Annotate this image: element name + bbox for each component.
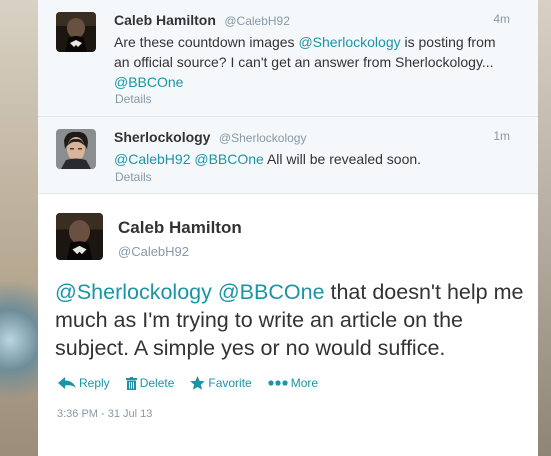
avatar[interactable] (56, 12, 96, 52)
mention-link[interactable]: @BBCOne (218, 280, 325, 304)
tweet-panel: Caleb Hamilton @CalebH92 4m Are these co… (38, 0, 538, 456)
author-handle[interactable]: @CalebH92 (224, 14, 290, 28)
more-label: More (290, 376, 319, 390)
delete-button[interactable]: Delete (125, 375, 175, 391)
avatar[interactable] (56, 213, 103, 260)
mention-link[interactable]: @BBCOne (194, 151, 263, 167)
star-icon (190, 376, 206, 390)
author-handle[interactable]: @Sherlockology (219, 131, 307, 145)
favorite-button[interactable]: Favorite (190, 375, 252, 391)
author-handle[interactable]: @CalebH92 (118, 244, 189, 259)
tweet-time[interactable]: 1m (493, 129, 510, 143)
avatar[interactable] (56, 129, 96, 169)
details-link[interactable]: Details (115, 170, 152, 184)
tweet-timestamp[interactable]: 3:36 PM - 31 Jul 13 (57, 408, 152, 420)
conversation-tweet[interactable]: Sherlockology @Sherlockology 1m @CalebH9… (38, 117, 538, 194)
delete-label: Delete (139, 376, 175, 390)
mention-link[interactable]: @CalebH92 (114, 151, 190, 167)
reply-icon (58, 377, 76, 389)
more-button[interactable]: More (268, 375, 318, 391)
reply-label: Reply (79, 376, 110, 390)
main-tweet: Caleb Hamilton @CalebH92 @Sherlockology … (38, 194, 538, 456)
details-link[interactable]: Details (115, 92, 152, 106)
tweet-time[interactable]: 4m (493, 12, 510, 26)
conversation-tweet[interactable]: Caleb Hamilton @CalebH92 4m Are these co… (38, 0, 538, 117)
tweet-text: @CalebH92 @BBCOne All will be revealed s… (114, 149, 509, 169)
tweet-header: Sherlockology @Sherlockology 1m (114, 129, 514, 147)
background-right (537, 0, 551, 456)
tweet-header: Caleb Hamilton @CalebH92 4m (114, 12, 514, 30)
more-dots-icon (268, 380, 288, 386)
text-segment: Are these countdown images (114, 34, 299, 50)
tweet-text: Are these countdown images @Sherlockolog… (114, 32, 509, 92)
mention-link[interactable]: @Sherlockology (298, 34, 400, 50)
author-name[interactable]: Caleb Hamilton (118, 218, 242, 238)
background-left (0, 0, 40, 456)
mention-link[interactable]: @Sherlockology (55, 280, 212, 304)
tweet-text: @Sherlockology @BBCOne that doesn't help… (55, 278, 525, 362)
favorite-label: Favorite (208, 376, 252, 390)
author-name[interactable]: Caleb Hamilton (114, 12, 216, 28)
author-name[interactable]: Sherlockology (114, 129, 210, 145)
reply-button[interactable]: Reply (58, 375, 110, 391)
trash-icon (125, 376, 137, 390)
mention-link[interactable]: @BBCOne (114, 74, 183, 90)
tweet-actions: Reply Delete Favorite More (58, 375, 318, 391)
text-segment: All will be revealed soon. (263, 151, 422, 167)
